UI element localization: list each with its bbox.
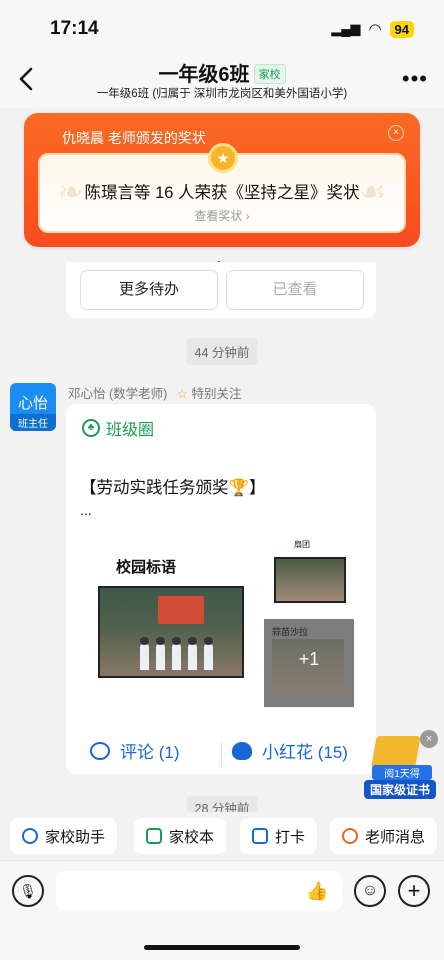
teacher-messages-button[interactable]: 老师消息 (330, 818, 438, 854)
flower-label: 小红花 (15) (262, 743, 348, 762)
view-award-link[interactable]: 查看奖状 › (40, 207, 404, 224)
book-icon (371, 736, 421, 766)
sender-name: 邓心怡 (数学老师) (68, 387, 168, 401)
kid-figure (204, 637, 213, 670)
sprout-icon: ♣ (82, 419, 100, 437)
kid-figure (156, 637, 165, 670)
header: 一年级6班 家校 一年级6班 (归属于 深圳市龙岗区和美外国语小学) ••• (0, 52, 444, 108)
quick-label: 打卡 (275, 828, 306, 846)
status-time: 17:14 (50, 18, 99, 39)
avatar-name: 心怡 (17, 395, 48, 412)
status-icons: ▂▄▆ ◠ 94 (331, 20, 414, 38)
post-photo-1[interactable]: 校园标语 (98, 552, 246, 682)
post-title: 【劳动实践任务颁奖🏆】 (80, 479, 266, 497)
comment-icon (90, 741, 110, 760)
home-school-book-button[interactable]: 家校本 (134, 818, 227, 854)
avatar[interactable]: 心怡 班主任 (10, 383, 56, 431)
quick-label: 家校本 (169, 828, 215, 846)
photo-1-scene (98, 586, 244, 678)
sender-info: 邓心怡 (数学老师) ☆ 特别关注 (68, 383, 242, 402)
post-source: ♣ 班级圈 (82, 416, 154, 440)
signal-icon: ▂▄▆ (331, 21, 361, 36)
close-icon[interactable]: × (420, 730, 438, 748)
post-actions: 评论 (1) 小红花 (15) (66, 734, 376, 774)
award-text: 陈璟言等 16 人荣获《坚持之星》奖状 (84, 184, 360, 202)
todo-card: 更多待办 已查看 (66, 262, 376, 318)
award-banner[interactable]: 仇晓晨 老师颁发的奖状 × ❧ ☙ ★ 陈璟言等 16 人荣获《坚持之星》奖状 … (24, 113, 420, 247)
star-icon: ☆ (176, 387, 189, 401)
more-todo-button[interactable]: 更多待办 (80, 270, 218, 310)
quick-label: 老师消息 (365, 828, 426, 846)
home-school-assistant-button[interactable]: 家校助手 (10, 818, 118, 854)
class-name: 一年级6班 (158, 64, 250, 86)
input-bar: 🎙 👍 ☺ + (0, 860, 444, 960)
lotus-icon (232, 741, 252, 760)
photo-2-label: 扇团 (294, 540, 310, 549)
thumbs-up-icon[interactable]: 👍 (306, 881, 328, 902)
more-photos-count: +1 (298, 649, 320, 669)
page-title: 一年级6班 家校 (0, 58, 444, 87)
post-ellipsis: ... (80, 502, 92, 518)
photo-3-label: 蒜苗沙拉 (272, 627, 309, 637)
promo-line-1: 阅1天得 (372, 765, 432, 780)
post-source-label: 班级圈 (106, 422, 155, 439)
school-badge: 家校 (253, 64, 286, 84)
divider (221, 742, 222, 766)
timestamp: 28 分钟前 (186, 796, 258, 812)
comment-label: 评论 (1) (120, 743, 180, 762)
award-from: 仇晓晨 老师颁发的奖状 (62, 130, 206, 146)
photo-1-label: 校园标语 (116, 559, 177, 576)
microphone-icon[interactable]: 🎙 (12, 875, 44, 907)
flower-button[interactable]: 小红花 (15) (232, 738, 348, 763)
certificate-promo[interactable]: × 阅1天得 国家级证书 (360, 730, 444, 802)
page-subtitle: 一年级6班 (归属于 深圳市龙岗区和美外国语小学) (96, 88, 348, 100)
more-icon[interactable]: ••• (402, 66, 428, 92)
promo-line-2: 国家级证书 (364, 780, 436, 799)
award-card[interactable]: ❧ ☙ ★ 陈璟言等 16 人荣获《坚持之星》奖状 查看奖状 › (38, 143, 406, 233)
robot-icon (22, 828, 38, 844)
emoji-icon[interactable]: ☺ (354, 875, 386, 907)
quick-label: 家校助手 (45, 828, 106, 846)
quick-actions: 家校助手 家校本 打卡 老师消息 (0, 812, 444, 858)
calendar-check-icon (252, 828, 268, 844)
kid-figure (140, 637, 149, 670)
kid-figure (188, 637, 197, 670)
post-photo-3[interactable]: 蒜苗沙拉 +1 (264, 619, 354, 707)
kid-figure (172, 637, 181, 670)
photo-2-scene (274, 557, 346, 603)
message-icon (342, 828, 358, 844)
comment-button[interactable]: 评论 (1) (90, 738, 180, 763)
battery-icon: 94 (389, 20, 414, 38)
class-circle-post[interactable]: ♣ 班级圈 【劳动实践任务颁奖🏆】 ... 校园标语 扇团 蒜苗沙拉 +1 评论… (66, 404, 376, 774)
status-bar: 17:14 ▂▄▆ ◠ 94 (0, 0, 444, 52)
timestamp: 44 分钟前 (186, 338, 258, 365)
post-photo-2[interactable]: 扇团 (274, 539, 348, 605)
banner-shape (158, 596, 204, 624)
notebook-icon (146, 828, 162, 844)
home-indicator (144, 945, 300, 950)
avatar-role: 班主任 (10, 414, 56, 431)
check-in-button[interactable]: 打卡 (240, 818, 318, 854)
plus-icon[interactable]: + (398, 875, 430, 907)
medal-icon: ★ (208, 143, 238, 173)
wifi-icon: ◠ (368, 21, 382, 38)
follow-tag: ☆ 特别关注 (176, 387, 242, 401)
message-input[interactable] (56, 871, 342, 911)
seen-button[interactable]: 已查看 (226, 270, 364, 310)
close-icon[interactable]: × (388, 125, 404, 141)
